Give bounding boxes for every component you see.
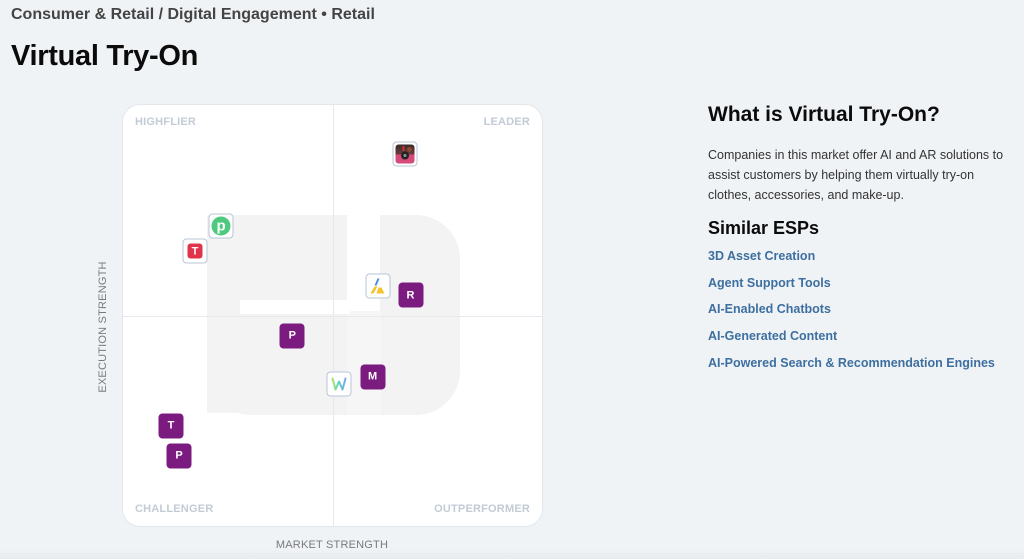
vendor-marker[interactable]	[326, 371, 352, 397]
gradient-w-logo-icon	[330, 374, 349, 393]
vendor-marker[interactable]: P	[166, 443, 192, 469]
market-description: Companies in this market offer AI and AR…	[708, 148, 1004, 202]
vendor-marker[interactable]: p	[208, 213, 234, 239]
vendor-marker[interactable]: M	[360, 364, 386, 390]
similar-esp-link[interactable]: Agent Support Tools	[708, 274, 1018, 301]
similar-esp-link[interactable]: AI-Generated Content	[708, 327, 1018, 354]
makeup-camera-logo-icon	[395, 144, 415, 164]
quadrant-chart: HIGHFLIER LEADER CHALLENGER OUTPERFORMER…	[122, 104, 543, 527]
horizontal-divider	[123, 316, 542, 317]
bottom-shade	[0, 549, 1024, 559]
similar-esps-list: 3D Asset Creation Agent Support Tools AI…	[708, 247, 1018, 380]
vendor-initial: M	[368, 370, 378, 383]
similar-esps-title: Similar ESPs	[708, 218, 820, 238]
vendor-marker[interactable]	[365, 273, 391, 299]
y-axis-label: EXECUTION STRENGTH	[97, 261, 109, 393]
quadrant-label-highflier: HIGHFLIER	[135, 116, 197, 128]
watermark-shape	[207, 313, 240, 413]
red-t-logo-icon: T	[187, 243, 203, 259]
similar-esp-link[interactable]: 3D Asset Creation	[708, 247, 1018, 274]
similar-esp-link[interactable]: AI-Enabled Chatbots	[708, 300, 1018, 327]
vendor-marker[interactable]: T	[182, 238, 208, 264]
page-title: Virtual Try-On	[11, 40, 199, 72]
green-p-logo-icon: p	[211, 216, 231, 236]
watermark-shape	[380, 215, 460, 415]
similar-esp-link[interactable]: AI-Powered Search & Recommendation Engin…	[708, 354, 1018, 381]
market-definition-title: What is Virtual Try-On?	[708, 103, 940, 126]
quadrant-label-challenger: CHALLENGER	[135, 503, 214, 515]
watermark-shape	[347, 311, 381, 415]
vendor-initial: P	[175, 449, 183, 462]
vendor-marker[interactable]: P	[279, 323, 305, 349]
breadcrumb: Consumer & Retail / Digital Engagement •…	[11, 6, 375, 23]
quadrant-label-leader: LEADER	[483, 116, 530, 128]
blue-yellow-a-logo-icon	[368, 276, 387, 295]
vendor-marker[interactable]: R	[398, 282, 424, 308]
vendor-initial: R	[406, 289, 415, 302]
quadrant-label-outperformer: OUTPERFORMER	[434, 503, 530, 515]
vendor-initial: P	[288, 329, 296, 342]
market-info-panel: What is Virtual Try-On? Companies in thi…	[708, 103, 1018, 380]
vendor-marker[interactable]	[392, 141, 418, 167]
vendor-initial: T	[167, 419, 175, 432]
vendor-marker[interactable]: T	[158, 413, 184, 439]
